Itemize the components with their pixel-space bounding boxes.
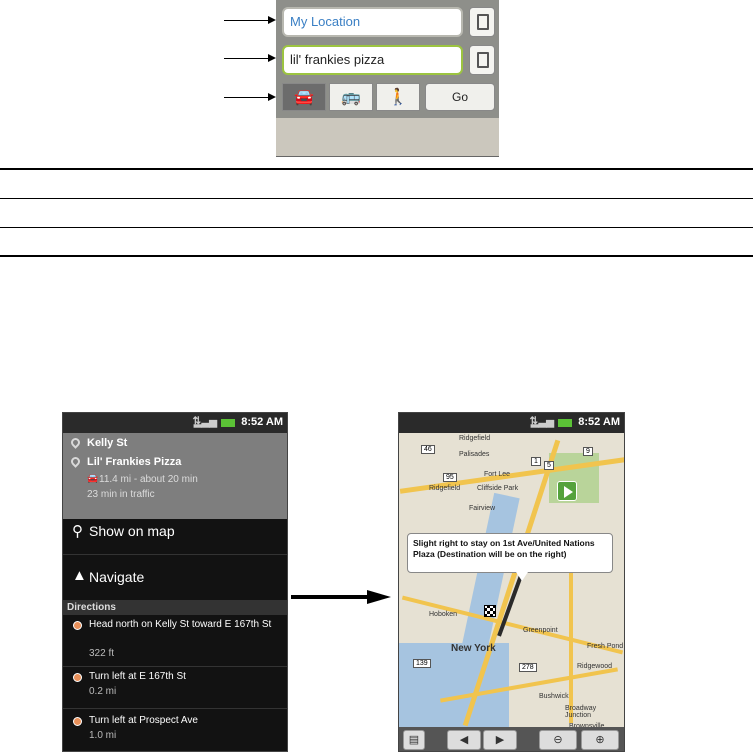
map-label: Fairview	[469, 505, 496, 512]
directions-list-screen: ⇅ ▂▃▅ 8:52 AM Kelly St Lil' Frankies Piz…	[62, 412, 288, 752]
start-contact-button[interactable]	[469, 7, 495, 37]
step-text: Turn left at Prospect Ave	[89, 715, 198, 726]
travel-mode-selector: 🚘 🚌 🚶	[282, 83, 420, 111]
status-time: 8:52 AM	[578, 416, 620, 428]
zoom-in-button[interactable]: ⊕	[581, 730, 619, 750]
step-marker-icon	[73, 673, 82, 682]
route-shield: 278	[519, 663, 537, 672]
direction-step[interactable]: Turn left at E 167th St 0.2 mi	[63, 667, 287, 709]
step-distance: 1.0 mi	[89, 730, 117, 741]
navigate-label: Navigate	[89, 569, 145, 585]
list-view-button[interactable]: ▤	[403, 730, 425, 750]
end-pin-icon	[69, 455, 82, 468]
map-label: Greenpoint	[523, 627, 558, 634]
step-distance: 322 ft	[89, 648, 115, 659]
to-label: Lil' Frankies Pizza	[87, 456, 182, 468]
step-text: Turn left at E 167th St	[89, 671, 186, 682]
list-icon: ▤	[408, 734, 420, 746]
route-shield: 9	[583, 447, 593, 456]
walk-mode-button[interactable]: 🚶	[376, 83, 420, 111]
arrow-right-icon: ▶	[495, 734, 505, 746]
status-time: 8:52 AM	[241, 416, 283, 428]
destination-contact-button[interactable]	[469, 45, 495, 75]
table-rule	[0, 168, 753, 170]
map-label: Ridgewood	[577, 663, 613, 670]
table-rule	[0, 227, 753, 228]
signal-icon: ▂▃▅	[193, 417, 217, 428]
previous-step-button[interactable]: ◀	[447, 730, 481, 750]
contact-book-icon	[477, 14, 489, 30]
battery-icon	[221, 419, 235, 427]
from-label: Kelly St	[87, 437, 128, 449]
callout-pointer	[224, 93, 276, 101]
map-label: Palisades	[459, 451, 490, 458]
step-marker-icon	[73, 717, 82, 726]
step-marker-icon	[73, 621, 82, 630]
route-shield: 95	[443, 473, 457, 482]
battery-icon	[558, 419, 572, 427]
navigate-row[interactable]: ▲ Navigate	[63, 555, 287, 601]
road	[569, 563, 573, 723]
map-route-screen: Ridgefield Palisades Fort Lee Ridgefield…	[398, 412, 625, 752]
destination-field[interactable]: lil' frankies pizza	[282, 45, 463, 75]
status-bar: ⇅ ▂▃▅ 8:52 AM	[63, 413, 287, 433]
callout-pointer	[224, 16, 276, 24]
transit-mode-button[interactable]: 🚌	[329, 83, 373, 111]
map-label: Bushwick	[539, 693, 569, 700]
car-mode-button[interactable]: 🚘	[282, 83, 326, 111]
callout-pointer	[224, 54, 276, 62]
route-shield: 5	[544, 461, 554, 470]
start-pin-icon	[69, 436, 82, 449]
zoom-out-button[interactable]: ⊖	[539, 730, 577, 750]
map-label: New York	[451, 643, 496, 654]
step-distance: 0.2 mi	[89, 686, 117, 697]
map-bottom-toolbar: ▤ ◀ ▶ ⊖ ⊕	[399, 727, 624, 751]
walk-icon: 🚶	[388, 89, 408, 106]
map-label: Fresh Pond	[587, 643, 624, 650]
table-rule	[0, 255, 753, 257]
traffic-label: 23 min in traffic	[87, 489, 155, 500]
contact-book-icon	[477, 52, 489, 68]
direction-step[interactable]: Head north on Kelly St toward E 167th St…	[63, 615, 287, 667]
bus-icon: 🚌	[341, 89, 361, 106]
show-on-map-label: Show on map	[89, 523, 175, 539]
next-step-button[interactable]: ▶	[483, 730, 517, 750]
show-on-map-row[interactable]: ⚲ Show on map	[63, 509, 287, 555]
status-bar: ⇅ ▂▃▅ 8:52 AM	[399, 413, 624, 433]
map-label: Fort Lee	[484, 471, 511, 478]
go-button[interactable]: Go	[425, 83, 495, 111]
destination-flag-icon	[484, 605, 496, 617]
directions-section-header: Directions	[63, 601, 287, 615]
navigation-arrow-icon: ▲	[72, 567, 87, 584]
step-text: Head north on Kelly St toward E 167th St	[89, 619, 272, 630]
map-label: Ridgefield	[429, 485, 461, 492]
map-background	[276, 118, 499, 156]
route-step-bubble[interactable]: Slight right to stay on 1st Ave/United N…	[407, 533, 613, 581]
distance-label: 11.4 mi - about 20 min	[99, 474, 198, 485]
zoom-out-icon: ⊖	[553, 734, 563, 746]
car-icon: 🚘	[294, 89, 314, 106]
route-shield: 1	[531, 457, 541, 466]
map-label: Ridgefield	[459, 435, 491, 442]
map-label: Cliffside Park	[477, 485, 519, 492]
car-icon: 🚘	[87, 473, 99, 483]
route-shield: 46	[421, 445, 435, 454]
map-label: Hoboken	[429, 611, 458, 618]
start-location-field[interactable]: My Location	[282, 7, 463, 37]
map-pin-icon: ⚲	[72, 523, 83, 540]
start-marker-icon	[557, 481, 577, 501]
flow-arrow	[291, 590, 391, 604]
route-summary-header: Kelly St Lil' Frankies Pizza 🚘 11.4 mi -…	[63, 433, 287, 519]
zoom-in-icon: ⊕	[595, 734, 605, 746]
route-shield: 139	[413, 659, 431, 668]
directions-input-panel: My Location lil' frankies pizza 🚘 🚌 🚶 Go	[276, 0, 499, 157]
direction-step[interactable]: Turn left at Prospect Ave 1.0 mi	[63, 711, 287, 751]
arrow-left-icon: ◀	[459, 734, 469, 746]
table-rule	[0, 198, 753, 199]
signal-icon: ▂▃▅	[530, 417, 554, 428]
map-label: Broadway Junction	[565, 705, 597, 719]
harbor	[399, 643, 509, 733]
